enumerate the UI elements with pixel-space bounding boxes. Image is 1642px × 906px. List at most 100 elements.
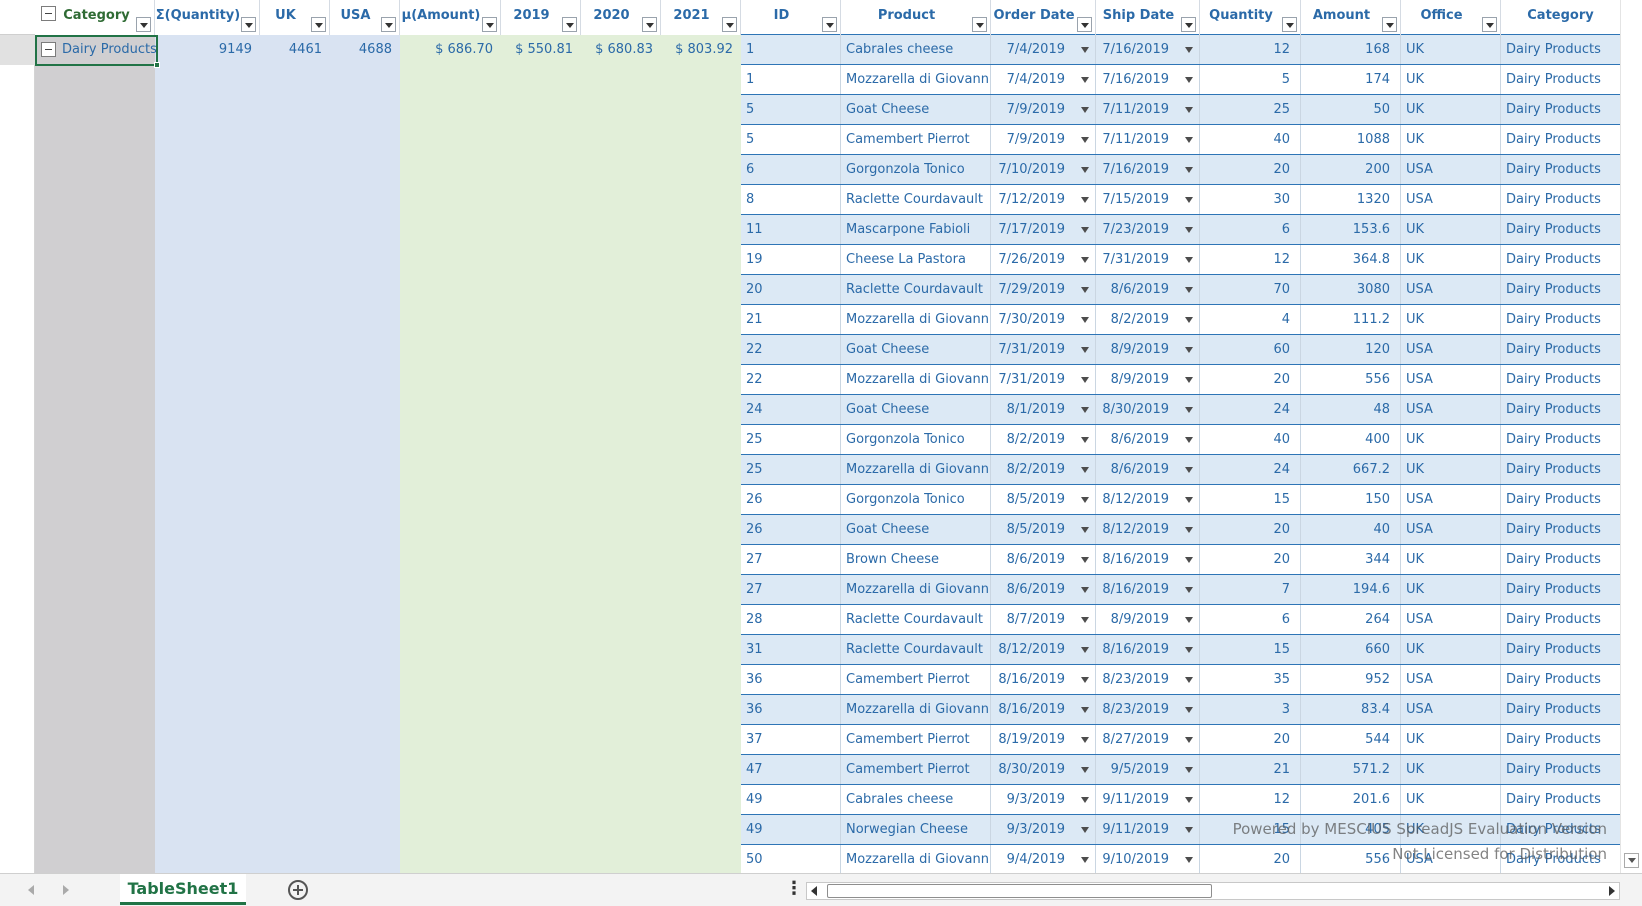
date-dropdown-icon[interactable] [1185, 77, 1193, 83]
date-dropdown-icon[interactable] [1081, 617, 1089, 623]
cell-product[interactable]: Mozzarella di Giovanni [841, 455, 991, 484]
date-dropdown-icon[interactable] [1185, 827, 1193, 833]
cell-office[interactable]: UK [1401, 95, 1501, 124]
scroll-right-icon[interactable] [1609, 886, 1615, 896]
filter-dropdown-icon[interactable] [1382, 17, 1397, 32]
cell-order-date[interactable]: 7/29/2019 [991, 275, 1096, 304]
cell-office[interactable]: UK [1401, 545, 1501, 574]
cell-quantity[interactable]: 15 [1200, 635, 1301, 664]
pivot-2020-value[interactable]: $ 680.83 [581, 35, 661, 65]
cell-office[interactable]: USA [1401, 605, 1501, 634]
cell-order-date[interactable]: 7/10/2019 [991, 155, 1096, 184]
cell-category[interactable]: Dairy Products [1501, 455, 1620, 484]
date-dropdown-icon[interactable] [1081, 707, 1089, 713]
next-sheet-icon[interactable] [63, 885, 69, 895]
cell-quantity[interactable]: 60 [1200, 335, 1301, 364]
date-dropdown-icon[interactable] [1081, 317, 1089, 323]
date-dropdown-icon[interactable] [1185, 857, 1193, 863]
cell-category[interactable]: Dairy Products [1501, 65, 1620, 94]
cell-order-date[interactable]: 7/26/2019 [991, 245, 1096, 274]
date-dropdown-icon[interactable] [1185, 677, 1193, 683]
cell-office[interactable]: USA [1401, 695, 1501, 724]
filter-dropdown-icon[interactable] [241, 17, 256, 32]
cell-quantity[interactable]: 12 [1200, 785, 1301, 814]
date-dropdown-icon[interactable] [1185, 197, 1193, 203]
date-dropdown-icon[interactable] [1185, 467, 1193, 473]
scroll-thumb[interactable] [827, 884, 1212, 898]
cell-category[interactable]: Dairy Products [1501, 35, 1620, 64]
cell-id[interactable]: 21 [741, 305, 841, 334]
date-dropdown-icon[interactable] [1185, 47, 1193, 53]
table-row[interactable]: 27 Brown Cheese 8/6/2019 8/16/2019 20 344 UK Da… [741, 545, 1620, 575]
cell-product[interactable]: Mozzarella di Giovanni [841, 65, 991, 94]
cell-quantity[interactable]: 20 [1200, 155, 1301, 184]
cell-order-date[interactable]: 7/4/2019 [991, 65, 1096, 94]
cell-quantity[interactable]: 15 [1200, 485, 1301, 514]
scroll-left-icon[interactable] [811, 886, 817, 896]
cell-product[interactable]: Gorgonzola Tonico [841, 425, 991, 454]
pivot-header-2021[interactable]: 2021 [661, 0, 741, 35]
table-row[interactable]: 19 Cheese La Pastora 7/26/2019 7/31/2019 12 3… [741, 245, 1620, 275]
date-dropdown-icon[interactable] [1081, 557, 1089, 563]
cell-product[interactable]: Goat Cheese [841, 515, 991, 544]
cell-amount[interactable]: 174 [1301, 65, 1401, 94]
add-sheet-icon[interactable] [288, 880, 308, 900]
cell-category[interactable]: Dairy Products [1501, 95, 1620, 124]
column-header-order-date[interactable]: Order Date [991, 0, 1096, 35]
table-row[interactable]: 1 Cabrales cheese 7/4/2019 7/16/2019 12 168 UK… [741, 35, 1620, 65]
cell-amount[interactable]: 1088 [1301, 125, 1401, 154]
cell-category[interactable]: Dairy Products [1501, 125, 1620, 154]
pivot-usa-value[interactable]: 4688 [330, 35, 400, 65]
table-row[interactable]: 26 Gorgonzola Tonico 8/5/2019 8/12/2019 15 15… [741, 485, 1620, 515]
cell-product[interactable]: Mascarpone Fabioli [841, 215, 991, 244]
cell-quantity[interactable]: 12 [1200, 245, 1301, 274]
cell-amount[interactable]: 40 [1301, 515, 1401, 544]
filter-dropdown-icon[interactable] [1181, 17, 1196, 32]
cell-id[interactable]: 22 [741, 335, 841, 364]
filter-dropdown-icon[interactable] [722, 17, 737, 32]
filter-dropdown-icon[interactable] [1482, 17, 1497, 32]
date-dropdown-icon[interactable] [1185, 287, 1193, 293]
cell-quantity[interactable]: 20 [1200, 365, 1301, 394]
cell-amount[interactable]: 556 [1301, 845, 1401, 874]
cell-product[interactable]: Camembert Pierrot [841, 725, 991, 754]
cell-ship-date[interactable]: 8/6/2019 [1096, 455, 1200, 484]
column-header-product[interactable]: Product [841, 0, 991, 35]
cell-product[interactable]: Camembert Pierrot [841, 755, 991, 784]
cell-category[interactable]: Dairy Products [1501, 545, 1620, 574]
cell-quantity[interactable]: 25 [1200, 95, 1301, 124]
cell-quantity[interactable]: 30 [1200, 185, 1301, 214]
cell-category[interactable]: Dairy Products [1501, 395, 1620, 424]
table-row[interactable]: 1 Mozzarella di Giovanni 7/4/2019 7/16/2019… [741, 65, 1620, 95]
cell-office[interactable]: USA [1401, 485, 1501, 514]
cell-order-date[interactable]: 7/12/2019 [991, 185, 1096, 214]
date-dropdown-icon[interactable] [1081, 467, 1089, 473]
cell-office[interactable]: USA [1401, 335, 1501, 364]
filter-dropdown-icon[interactable] [381, 17, 396, 32]
date-dropdown-icon[interactable] [1185, 737, 1193, 743]
date-dropdown-icon[interactable] [1185, 437, 1193, 443]
table-row[interactable]: 5 Camembert Pierrot 7/9/2019 7/11/2019 40 108… [741, 125, 1620, 155]
cell-id[interactable]: 37 [741, 725, 841, 754]
date-dropdown-icon[interactable] [1081, 257, 1089, 263]
cell-ship-date[interactable]: 8/12/2019 [1096, 515, 1200, 544]
cell-product[interactable]: Raclette Courdavault [841, 185, 991, 214]
column-header-category[interactable]: Category [1501, 0, 1620, 35]
cell-order-date[interactable]: 8/16/2019 [991, 665, 1096, 694]
cell-office[interactable]: UK [1401, 65, 1501, 94]
date-dropdown-icon[interactable] [1081, 497, 1089, 503]
cell-office[interactable]: USA [1401, 365, 1501, 394]
cell-order-date[interactable]: 7/30/2019 [991, 305, 1096, 334]
cell-quantity[interactable]: 20 [1200, 845, 1301, 874]
column-header-amount[interactable]: Amount [1301, 0, 1401, 35]
filter-dropdown-icon[interactable] [311, 17, 326, 32]
cell-product[interactable]: Goat Cheese [841, 95, 991, 124]
cell-id[interactable]: 24 [741, 395, 841, 424]
date-dropdown-icon[interactable] [1185, 407, 1193, 413]
cell-id[interactable]: 36 [741, 695, 841, 724]
cell-ship-date[interactable]: 9/11/2019 [1096, 785, 1200, 814]
cell-quantity[interactable]: 20 [1200, 515, 1301, 544]
date-dropdown-icon[interactable] [1185, 767, 1193, 773]
cell-amount[interactable]: 83.4 [1301, 695, 1401, 724]
cell-amount[interactable]: 344 [1301, 545, 1401, 574]
